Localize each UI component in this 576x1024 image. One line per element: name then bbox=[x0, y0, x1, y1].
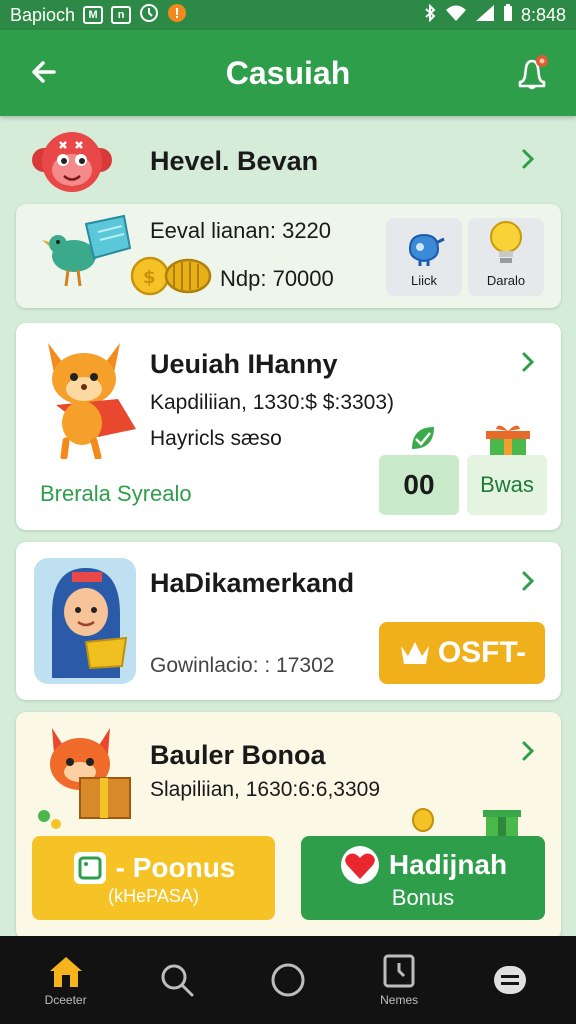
fox-mascot-icon bbox=[48, 343, 136, 459]
menu-icon bbox=[494, 966, 527, 994]
osft-button[interactable]: OSFT- bbox=[379, 622, 545, 684]
poonus-button[interactable]: - Poonus (kHePASA) bbox=[32, 836, 275, 920]
notification-n-icon: n bbox=[111, 6, 132, 24]
tile-bwas[interactable]: Bwas bbox=[467, 455, 547, 515]
balance-line-2: Ndp: 70000 bbox=[220, 266, 334, 291]
sync-icon bbox=[139, 3, 159, 28]
nav-item-home[interactable]: Dceeter bbox=[26, 945, 106, 1015]
status-bar: Bapioch M n 8:848 bbox=[0, 0, 576, 30]
tile-counter-label: 00 bbox=[403, 469, 435, 500]
poonus-button-label: - Poonus bbox=[115, 851, 236, 883]
notifications-button[interactable] bbox=[512, 52, 552, 92]
chevron-right-icon[interactable] bbox=[517, 351, 539, 373]
back-button[interactable] bbox=[24, 52, 64, 92]
clock-document-icon bbox=[383, 954, 415, 988]
chevron-right-icon[interactable] bbox=[517, 148, 539, 170]
nav-nemes-label: Nemes bbox=[380, 993, 419, 1007]
arrow-left-icon bbox=[32, 61, 56, 83]
bluetooth-icon bbox=[423, 3, 437, 27]
tile-bwas-label: Bwas bbox=[480, 472, 534, 497]
offer-title: HaDikamerkand bbox=[150, 568, 355, 598]
ticket-icon bbox=[73, 851, 106, 884]
lightbulb-icon bbox=[490, 221, 522, 263]
task-link[interactable]: Brerala Syrealo bbox=[40, 481, 192, 507]
fox-gift-mascot-icon bbox=[38, 728, 131, 829]
coin-icon bbox=[412, 808, 434, 832]
crown-icon bbox=[400, 642, 429, 664]
home-icon bbox=[49, 957, 82, 987]
nav-item-center[interactable] bbox=[248, 945, 328, 1015]
tile-liick-label: Liick bbox=[410, 273, 437, 288]
wifi-icon bbox=[445, 4, 467, 27]
notification-m-icon: M bbox=[83, 6, 104, 24]
circle-icon bbox=[271, 963, 305, 997]
bell-icon bbox=[518, 55, 548, 90]
svg-text:$: $ bbox=[143, 267, 156, 288]
bonus-title: Bauler Bonoa bbox=[150, 740, 326, 770]
battery-icon bbox=[503, 3, 513, 27]
offer-line-1: Gowinlacio: : 17302 bbox=[150, 654, 335, 677]
carrier-label: Bapioch bbox=[10, 4, 76, 25]
gold-coins-icon: $ bbox=[130, 256, 212, 296]
nav-item-menu[interactable] bbox=[470, 945, 550, 1015]
nav-item-search[interactable] bbox=[137, 945, 217, 1015]
profile-row[interactable]: Hevel. Bevan bbox=[16, 124, 561, 196]
leaf-check-icon bbox=[412, 427, 434, 449]
heart-icon bbox=[340, 846, 379, 884]
chevron-right-icon[interactable] bbox=[517, 570, 539, 592]
blue-gadget-icon bbox=[408, 233, 445, 266]
tile-daralo-label: Daralo bbox=[486, 273, 526, 288]
clock-time: 8:848 bbox=[520, 4, 566, 25]
task-line-1: Kapdiliian, 1330:$ $:3303) bbox=[150, 391, 395, 414]
hadijnah-button-sub: Bonus bbox=[391, 885, 455, 910]
tile-counter[interactable]: 00 bbox=[379, 455, 459, 515]
chevron-right-icon[interactable] bbox=[517, 740, 539, 762]
green-gift-icon bbox=[483, 810, 521, 836]
poonus-button-sub: (kHePASA) bbox=[108, 885, 199, 906]
red-mascot-icon bbox=[32, 132, 112, 192]
balance-line-1: Eeval lianan: 3220 bbox=[150, 218, 332, 243]
hadijnah-bonus-button[interactable]: Hadijnah Bonus bbox=[301, 836, 545, 920]
search-icon bbox=[161, 964, 194, 997]
tile-liick[interactable]: Liick bbox=[386, 218, 462, 296]
offer-card: HaDikamerkand Gowinlacio: : 17302 OSFT- bbox=[16, 542, 561, 700]
nav-item-nemes[interactable]: Nemes bbox=[359, 945, 439, 1015]
bonus-card: Bauler Bonoa Slapiliian, 1630:6:6,3309 -… bbox=[16, 712, 561, 940]
osft-button-label: OSFT- bbox=[437, 636, 527, 669]
balance-card: $ Eeval lianan: 3220 Ndp: 70000 Liick Da… bbox=[16, 204, 561, 308]
bonus-line-1: Slapiliian, 1630:6:6,3309 bbox=[150, 778, 381, 801]
task-card: Ueuiah IHanny Kapdiliian, 1330:$ $:3303)… bbox=[16, 323, 561, 530]
task-line-2: Hayricls sæso bbox=[150, 427, 282, 450]
tile-daralo[interactable]: Daralo bbox=[468, 218, 544, 296]
profile-name: Hevel. Bevan bbox=[150, 146, 319, 176]
signal-icon bbox=[475, 4, 495, 27]
task-title: Ueuiah IHanny bbox=[150, 349, 338, 379]
bottom-nav: Dceeter Nemes bbox=[0, 936, 576, 1024]
bird-mascot-icon bbox=[42, 214, 132, 287]
alert-icon bbox=[167, 3, 187, 28]
nav-home-label: Dceeter bbox=[44, 993, 87, 1007]
hadijnah-button-label: Hadijnah bbox=[388, 849, 508, 880]
kid-mascot-icon bbox=[34, 558, 136, 684]
app-bar: Casuiah bbox=[0, 30, 576, 116]
page-title: Casuiah bbox=[225, 54, 351, 91]
